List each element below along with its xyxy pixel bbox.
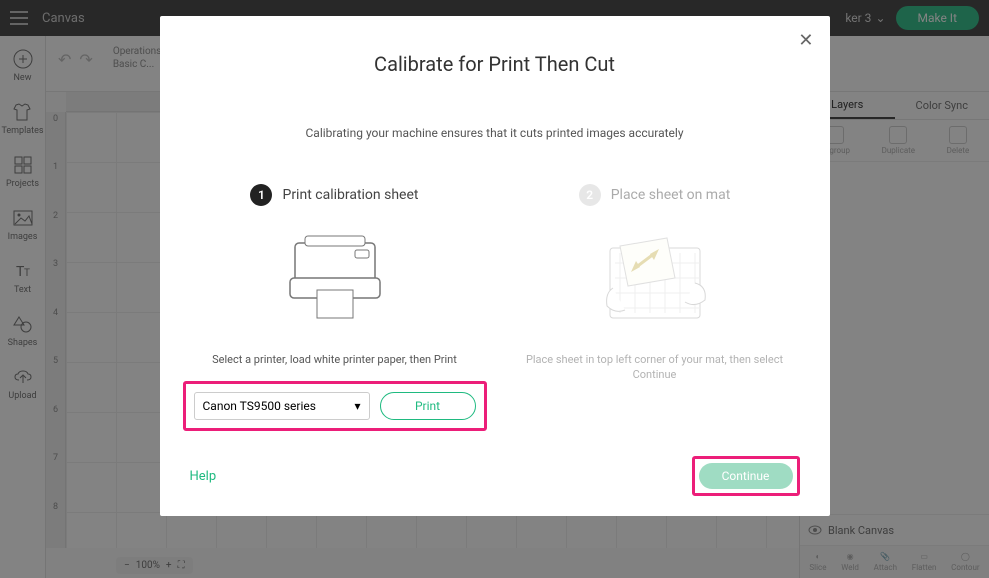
- mat-illustration: [593, 224, 717, 332]
- step-1-desc: Select a printer, load white printer pap…: [212, 352, 457, 367]
- step-2-desc: Place sheet in top left corner of your m…: [515, 352, 795, 383]
- step-1-badge: 1: [250, 184, 272, 206]
- close-icon[interactable]: ✕: [798, 30, 813, 51]
- step-2-badge: 2: [579, 184, 601, 206]
- step-2: 2 Place sheet on mat: [515, 184, 795, 431]
- modal-overlay: ✕ Calibrate for Print Then Cut Calibrati…: [0, 0, 989, 578]
- print-button[interactable]: Print: [380, 392, 476, 420]
- print-highlight: Canon TS9500 series ▾ Print: [183, 381, 487, 431]
- continue-button[interactable]: Continue: [699, 463, 793, 489]
- chevron-down-icon: ▾: [354, 399, 360, 413]
- printer-illustration: [273, 224, 397, 332]
- modal-subtitle: Calibrating your machine ensures that it…: [190, 126, 800, 140]
- calibrate-modal: ✕ Calibrate for Print Then Cut Calibrati…: [160, 16, 830, 516]
- step-1: 1 Print calibration sheet Select a print…: [195, 184, 475, 431]
- printer-select[interactable]: Canon TS9500 series ▾: [194, 392, 370, 420]
- step-1-label: Print calibration sheet: [282, 187, 418, 203]
- step-2-label: Place sheet on mat: [611, 187, 731, 203]
- modal-title: Calibrate for Print Then Cut: [190, 52, 800, 76]
- printer-selected-value: Canon TS9500 series: [203, 399, 316, 413]
- continue-highlight: Continue: [692, 456, 800, 496]
- help-link[interactable]: Help: [190, 469, 217, 484]
